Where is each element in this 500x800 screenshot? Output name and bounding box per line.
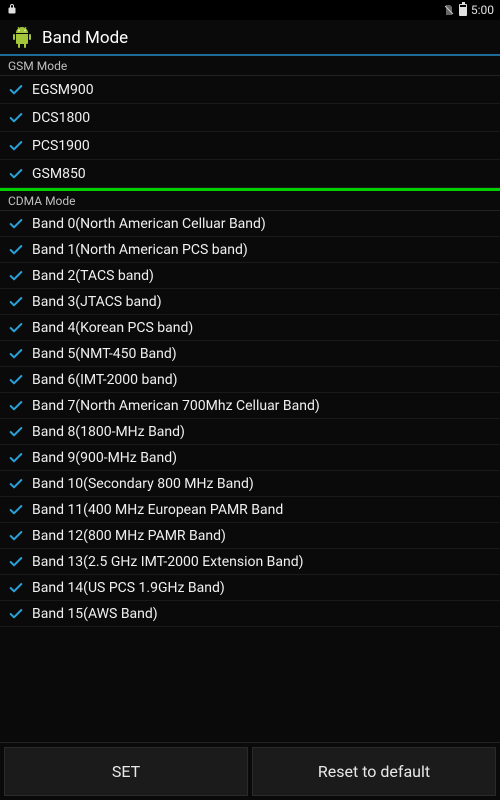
gsm-item-label: EGSM900 — [32, 82, 94, 98]
cdma-item[interactable]: Band 1(North American PCS band) — [0, 237, 500, 263]
gsm-item[interactable]: GSM850 — [0, 160, 500, 188]
cdma-item[interactable]: Band 5(NMT-450 Band) — [0, 341, 500, 367]
status-time: 5:00 — [471, 3, 494, 17]
android-icon — [10, 26, 34, 50]
cdma-item-label: Band 10(Secondary 800 MHz Band) — [32, 476, 254, 492]
cdma-item[interactable]: Band 2(TACS band) — [0, 263, 500, 289]
gsm-item-label: GSM850 — [32, 166, 86, 182]
checkmark-icon — [8, 476, 24, 492]
page-title: Band Mode — [42, 28, 128, 48]
cdma-item[interactable]: Band 3(JTACS band) — [0, 289, 500, 315]
cdma-item-label: Band 9(900-MHz Band) — [32, 450, 177, 466]
reset-button[interactable]: Reset to default — [252, 747, 496, 796]
button-bar: SET Reset to default — [0, 742, 500, 800]
checkmark-icon — [8, 82, 24, 98]
cdma-item[interactable]: Band 11(400 MHz European PAMR Band — [0, 497, 500, 523]
checkmark-icon — [8, 320, 24, 336]
cdma-item-label: Band 15(AWS Band) — [32, 606, 158, 622]
checkmark-icon — [8, 216, 24, 232]
cdma-item[interactable]: Band 12(800 MHz PAMR Band) — [0, 523, 500, 549]
cdma-item-label: Band 14(US PCS 1.9GHz Band) — [32, 580, 225, 596]
cdma-item-label: Band 8(1800-MHz Band) — [32, 424, 185, 440]
checkmark-icon — [8, 424, 24, 440]
lock-icon — [6, 3, 18, 18]
set-button[interactable]: SET — [4, 747, 248, 796]
cdma-item[interactable]: Band 7(North American 700Mhz Celluar Ban… — [0, 393, 500, 419]
checkmark-icon — [8, 554, 24, 570]
cdma-item[interactable]: Band 13(2.5 GHz IMT-2000 Extension Band) — [0, 549, 500, 575]
cdma-item-label: Band 4(Korean PCS band) — [32, 320, 193, 336]
cdma-item[interactable]: Band 8(1800-MHz Band) — [0, 419, 500, 445]
cdma-item[interactable]: Band 10(Secondary 800 MHz Band) — [0, 471, 500, 497]
cdma-item[interactable]: Band 4(Korean PCS band) — [0, 315, 500, 341]
gsm-item-label: DCS1800 — [32, 110, 90, 126]
checkmark-icon — [8, 242, 24, 258]
checkmark-icon — [8, 166, 24, 182]
cdma-item-label: Band 11(400 MHz European PAMR Band — [32, 502, 283, 518]
checkmark-icon — [8, 580, 24, 596]
checkmark-icon — [8, 294, 24, 310]
checkmark-icon — [8, 606, 24, 622]
checkmark-icon — [8, 528, 24, 544]
cdma-item-label: Band 1(North American PCS band) — [32, 242, 248, 258]
checkmark-icon — [8, 398, 24, 414]
band-list[interactable]: GSM Mode EGSM900 DCS1800 PCS1900 GSM850 CDM… — [0, 56, 500, 742]
cdma-item[interactable]: Band 14(US PCS 1.9GHz Band) — [0, 575, 500, 601]
no-sim-icon — [443, 4, 455, 16]
checkmark-icon — [8, 450, 24, 466]
status-bar: 5:00 — [0, 0, 500, 20]
cdma-item-label: Band 7(North American 700Mhz Celluar Ban… — [32, 398, 320, 414]
section-header-cdma: CDMA Mode — [0, 191, 500, 211]
cdma-item-label: Band 6(IMT-2000 band) — [32, 372, 178, 388]
cdma-item-label: Band 12(800 MHz PAMR Band) — [32, 528, 226, 544]
cdma-item[interactable]: Band 15(AWS Band) — [0, 601, 500, 627]
checkmark-icon — [8, 268, 24, 284]
checkmark-icon — [8, 502, 24, 518]
cdma-item[interactable]: Band 0(North American Celluar Band) — [0, 211, 500, 237]
battery-icon — [459, 4, 467, 16]
cdma-item-label: Band 2(TACS band) — [32, 268, 154, 284]
checkmark-icon — [8, 110, 24, 126]
gsm-item[interactable]: EGSM900 — [0, 76, 500, 104]
cdma-item[interactable]: Band 9(900-MHz Band) — [0, 445, 500, 471]
gsm-item-label: PCS1900 — [32, 138, 90, 154]
cdma-item-label: Band 13(2.5 GHz IMT-2000 Extension Band) — [32, 554, 304, 570]
checkmark-icon — [8, 346, 24, 362]
app-bar: Band Mode — [0, 20, 500, 56]
section-header-gsm: GSM Mode — [0, 56, 500, 76]
checkmark-icon — [8, 138, 24, 154]
cdma-item-label: Band 5(NMT-450 Band) — [32, 346, 177, 362]
gsm-item[interactable]: DCS1800 — [0, 104, 500, 132]
cdma-item-label: Band 3(JTACS band) — [32, 294, 162, 310]
gsm-item[interactable]: PCS1900 — [0, 132, 500, 160]
checkmark-icon — [8, 372, 24, 388]
cdma-item-label: Band 0(North American Celluar Band) — [32, 216, 266, 232]
cdma-item[interactable]: Band 6(IMT-2000 band) — [0, 367, 500, 393]
